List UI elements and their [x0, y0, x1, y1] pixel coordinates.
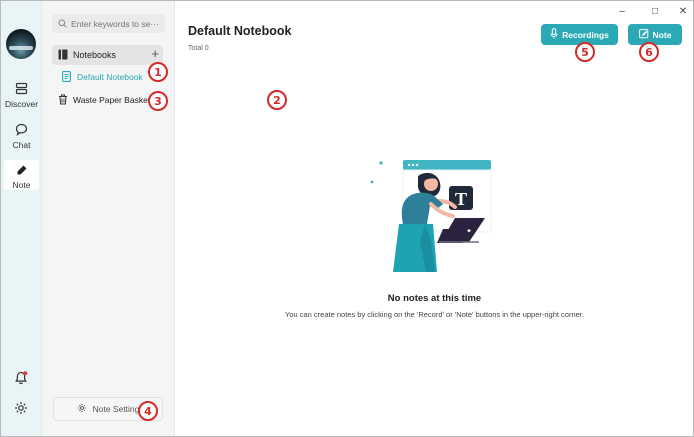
add-notebook-button[interactable]: +: [151, 47, 159, 61]
waste-paper-basket[interactable]: Waste Paper Basket: [58, 92, 150, 108]
svg-text:T: T: [455, 189, 467, 209]
empty-state-description: You can create notes by clicking on the …: [285, 310, 584, 319]
notebooks-label: Notebooks: [73, 50, 117, 60]
note-setting-label: Note Setting: [92, 404, 140, 414]
notebook-icon: [62, 70, 71, 84]
gear-icon[interactable]: [13, 400, 29, 416]
recordings-button[interactable]: Recordings: [541, 24, 618, 45]
rail-item-label: Discover: [4, 99, 39, 109]
close-button[interactable]: ✕: [676, 5, 690, 17]
page-title: Default Notebook: [188, 24, 292, 38]
annotation-marker-1: 1: [148, 62, 168, 82]
rail-item-label: Note: [12, 180, 31, 190]
trash-icon: [58, 94, 68, 107]
edit-note-icon: [638, 28, 649, 41]
empty-state-title: No notes at this time: [387, 293, 482, 304]
notebook-item-default[interactable]: Default Notebook: [62, 68, 143, 86]
rail-item-note[interactable]: Note: [4, 160, 39, 190]
annotation-marker-6: 6: [639, 42, 659, 62]
annotation-marker-2: 2: [267, 90, 287, 110]
avatar[interactable]: [6, 29, 36, 59]
waste-label: Waste Paper Basket: [73, 95, 151, 105]
annotation-marker-3: 3: [148, 91, 168, 111]
rail-item-chat[interactable]: Chat: [1, 121, 42, 150]
minimize-button[interactable]: –: [615, 5, 629, 17]
app-window: Discover Chat Note Enter keywords to se·…: [0, 0, 694, 437]
chat-icon: [14, 121, 30, 137]
microphone-icon: [550, 28, 558, 41]
search-box[interactable]: [52, 14, 165, 33]
recordings-label: Recordings: [562, 29, 609, 40]
note-label: Note: [652, 29, 672, 40]
annotation-marker-5: 5: [575, 42, 595, 62]
rail-item-discover[interactable]: Discover: [1, 80, 42, 109]
bell-icon[interactable]: [13, 370, 29, 386]
notes-main: Default Notebook Total 0 – □ ✕ Recording…: [175, 1, 693, 436]
annotation-marker-4: 4: [138, 401, 158, 421]
note-icon: [14, 163, 30, 177]
settings-gear-icon: [77, 403, 87, 415]
navigation-rail: Discover Chat Note: [1, 1, 42, 436]
discover-icon: [14, 80, 30, 96]
notebooks-icon: [58, 49, 68, 62]
search-input[interactable]: [71, 18, 163, 29]
search-icon: [58, 15, 67, 33]
notebook-label: Default Notebook: [77, 72, 143, 82]
rail-item-label: Chat: [12, 140, 31, 150]
new-note-button[interactable]: Note: [628, 24, 682, 45]
maximize-button[interactable]: □: [648, 5, 662, 17]
empty-notes-illustration: T: [370, 160, 492, 272]
notebooks-header[interactable]: Notebooks +: [52, 45, 163, 65]
notes-total: Total 0: [188, 45, 209, 52]
